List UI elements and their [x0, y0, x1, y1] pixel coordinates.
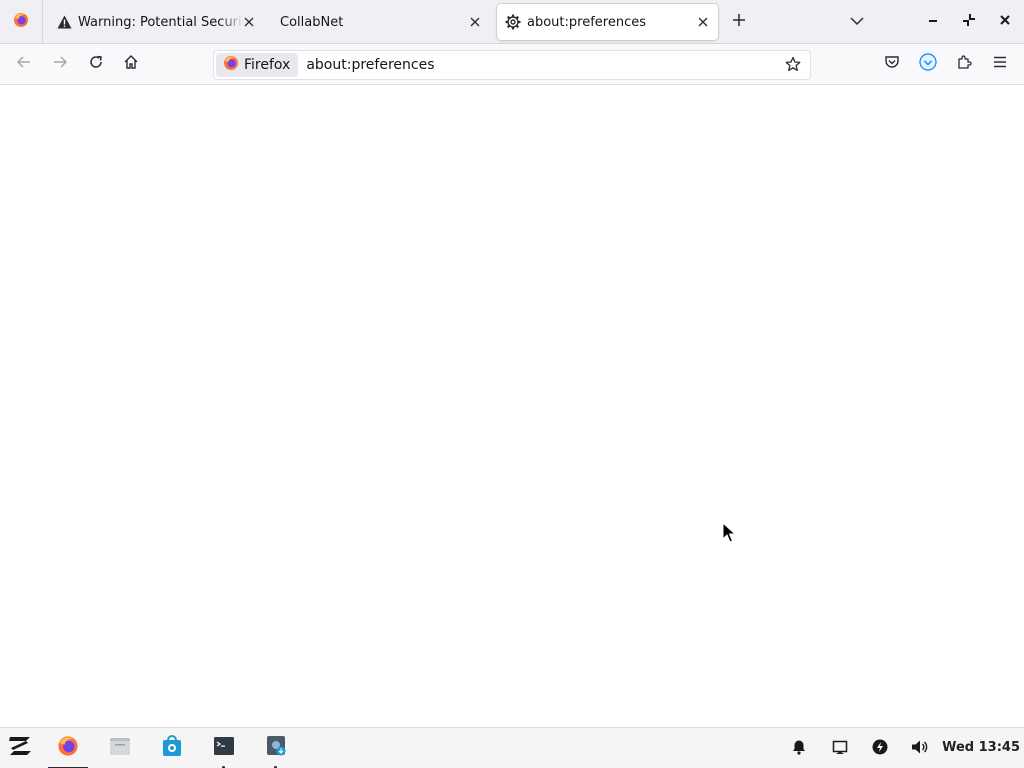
- taskbar-screenshot[interactable]: [262, 734, 290, 768]
- terminal-icon: [213, 736, 235, 760]
- tab-collabnet[interactable]: CollabNet: [272, 4, 490, 40]
- page-content[interactable]: [0, 85, 1024, 727]
- home-icon: [123, 54, 139, 74]
- url-bar[interactable]: Firefox about:preferences: [213, 50, 811, 80]
- firefox-view-button[interactable]: [0, 0, 43, 44]
- chevron-down-icon: [850, 15, 864, 30]
- identity-box[interactable]: Firefox: [216, 53, 299, 77]
- taskbar-firefox[interactable]: [48, 734, 88, 768]
- bookmark-button[interactable]: [782, 55, 804, 77]
- tab-preferences[interactable]: about:preferences: [497, 4, 718, 40]
- firefox-icon: [57, 735, 79, 761]
- notifications-icon: [791, 739, 807, 759]
- taskbar-terminal[interactable]: [210, 734, 238, 768]
- forward-icon: [52, 54, 68, 74]
- extensions-button[interactable]: [950, 50, 978, 78]
- mouse-cursor-icon: [722, 521, 737, 548]
- new-tab-button[interactable]: [727, 10, 751, 34]
- list-all-tabs-button[interactable]: [845, 10, 869, 34]
- tab-bar: Warning: Potential Security Risk Ahead C…: [0, 0, 1024, 44]
- display-icon: [832, 739, 848, 759]
- pocket-button[interactable]: [878, 50, 906, 78]
- url-text[interactable]: about:preferences: [306, 57, 434, 73]
- account-button[interactable]: [914, 50, 942, 78]
- taskbar-files[interactable]: [106, 734, 134, 762]
- account-icon: [919, 53, 937, 75]
- files-icon: [109, 736, 131, 760]
- forward-button[interactable]: [46, 50, 74, 78]
- notifications-button[interactable]: [788, 738, 810, 760]
- taskbar-software[interactable]: [158, 734, 186, 762]
- firefox-icon: [223, 55, 239, 75]
- zorin-menu-button[interactable]: [6, 734, 34, 762]
- back-button[interactable]: [10, 50, 38, 78]
- close-icon[interactable]: [240, 13, 258, 31]
- pocket-icon: [884, 54, 900, 74]
- restore-button[interactable]: [957, 10, 981, 34]
- identity-label: Firefox: [244, 57, 291, 73]
- minimize-button[interactable]: [921, 10, 945, 34]
- plus-icon: [732, 13, 746, 31]
- warning-icon: [56, 14, 72, 30]
- screenshot-icon: [265, 735, 287, 761]
- power-icon: [872, 739, 888, 759]
- close-icon[interactable]: [466, 13, 484, 31]
- menu-icon: [992, 54, 1008, 74]
- display-button[interactable]: [829, 738, 851, 760]
- tab-label: Warning: Potential Security Risk Ahead: [78, 14, 244, 30]
- volume-icon: [911, 739, 929, 759]
- taskbar: Wed 13:45: [0, 727, 1024, 768]
- firefox-icon: [13, 12, 29, 32]
- close-window-button[interactable]: [993, 10, 1017, 34]
- reload-icon: [88, 54, 104, 74]
- close-icon: [999, 14, 1011, 30]
- reload-button[interactable]: [82, 50, 110, 78]
- minimize-icon: [927, 14, 939, 30]
- software-store-icon: [161, 735, 183, 761]
- tab-label: CollabNet: [280, 14, 344, 30]
- close-icon[interactable]: [694, 13, 712, 31]
- tab-label: about:preferences: [527, 14, 646, 30]
- gear-icon: [505, 14, 521, 30]
- tab-warning[interactable]: Warning: Potential Security Risk Ahead: [48, 4, 264, 40]
- app-menu-button[interactable]: [986, 50, 1014, 78]
- home-button[interactable]: [117, 50, 145, 78]
- restore-icon: [962, 13, 976, 31]
- bookmark-star-icon: [785, 56, 801, 76]
- clock[interactable]: Wed 13:45: [942, 740, 1020, 755]
- zorin-menu-icon: [7, 735, 33, 761]
- power-button[interactable]: [869, 738, 891, 760]
- volume-button[interactable]: [909, 738, 931, 760]
- extensions-icon: [956, 54, 972, 74]
- navigation-toolbar: Firefox about:preferences: [0, 44, 1024, 85]
- back-icon: [16, 54, 32, 74]
